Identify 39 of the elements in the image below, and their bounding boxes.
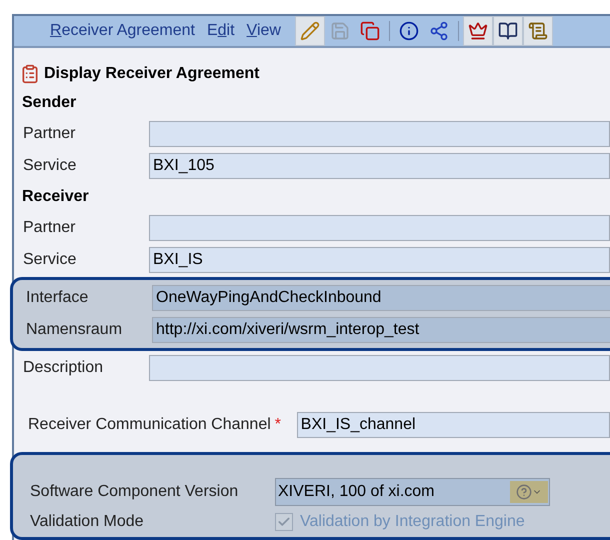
text-field[interactable]: OneWayPingAndCheckInbound [152,285,610,311]
info-icon [398,21,419,41]
menu-item[interactable]: View [246,19,281,43]
scroll-icon [528,21,548,41]
field-label: Service [23,250,78,270]
text-field[interactable]: BXI_IS_channel [296,412,610,438]
section-heading: Receiver [22,187,89,207]
text-field[interactable] [149,215,610,241]
book-button[interactable] [492,16,523,46]
page-title: Display Receiver Agreement [44,64,260,84]
menu-item[interactable]: Receiver Agreement [50,19,195,43]
checkmark-icon [277,515,291,529]
text-field[interactable]: BXI_IS [149,247,610,273]
agreement-icon [20,64,40,84]
section-heading: Sender [22,93,76,113]
scroll-button[interactable] [522,16,553,46]
checkbox-label: Validation by Integration Engine [300,512,525,532]
dropdown-field[interactable]: XIVERI, 100 of xi.com [275,478,550,506]
field-label: Service [23,156,78,176]
field-label: Software Component Version [30,482,240,502]
text-field[interactable] [149,121,610,147]
copy-icon [360,21,380,41]
text-field[interactable] [149,355,610,381]
field-label: Receiver Communication Channel [28,414,271,434]
text-field[interactable]: http://xi.com/xiveri/wsrm_interop_test [152,317,610,343]
field-label: Namensraum [26,320,124,340]
field-label: Partner [23,124,76,144]
field-label: Partner [23,218,76,238]
field-label: Description [23,358,104,378]
menu-item[interactable]: Edit [206,19,235,43]
text-field[interactable]: BXI_105 [149,153,610,179]
book-icon [498,21,518,41]
pencil-icon [300,21,320,41]
value-help-button[interactable] [510,481,548,503]
field-label: Interface [26,288,90,308]
help-icon [516,484,532,500]
pencil-button[interactable] [294,16,325,46]
field-label: Validation Mode [30,512,145,532]
required-mark: * [274,414,282,434]
